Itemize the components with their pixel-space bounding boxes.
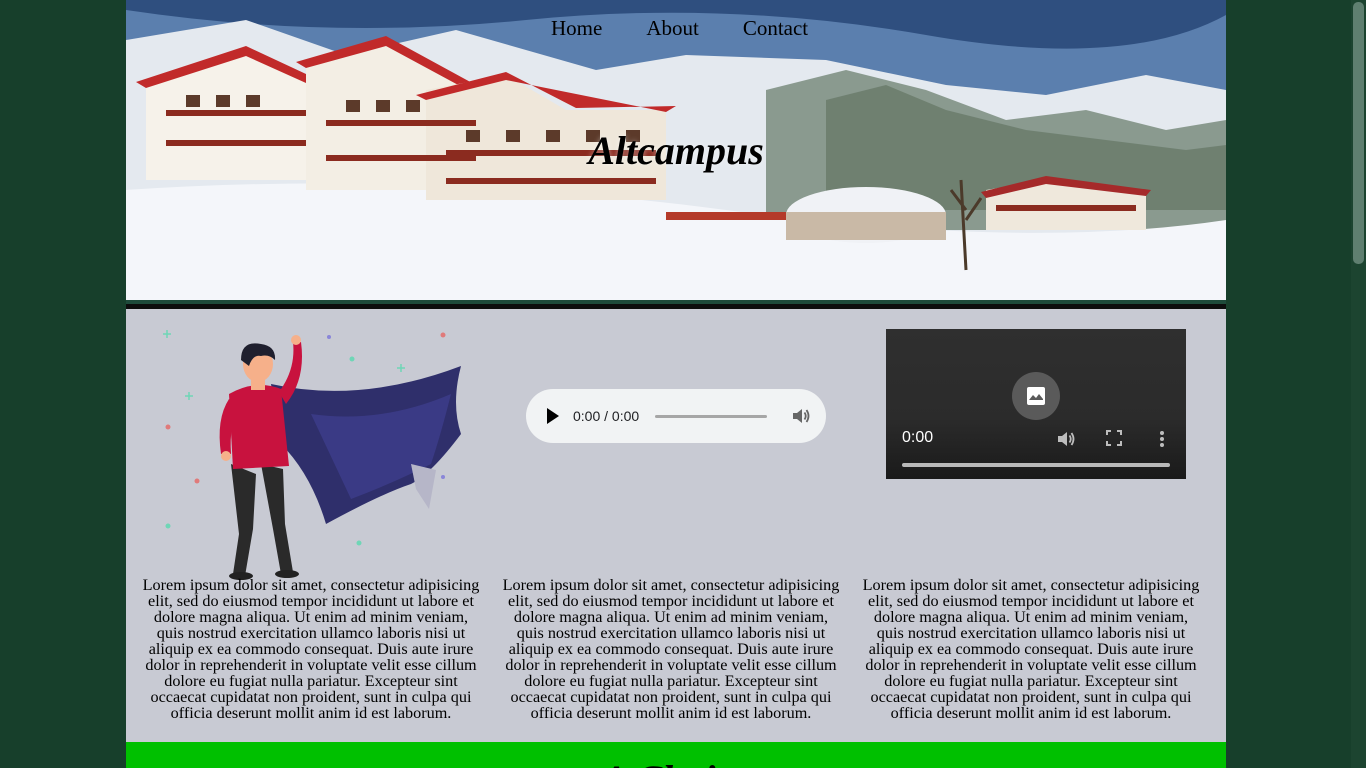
superhero-illustration xyxy=(163,330,461,580)
volume-icon[interactable] xyxy=(791,406,811,426)
video-progress-slider[interactable] xyxy=(902,463,1170,467)
column-1-text: Lorem ipsum dolor sit amet, consectetur … xyxy=(142,576,480,722)
nav-link-contact[interactable]: Contact xyxy=(743,16,808,41)
scrollbar-thumb[interactable] xyxy=(1353,2,1364,264)
column-3-text: Lorem ipsum dolor sit amet, consectetur … xyxy=(862,576,1200,722)
section-heading: A Choice xyxy=(126,756,1226,768)
video-placeholder[interactable] xyxy=(1012,372,1060,420)
video-player[interactable]: 0:00 xyxy=(886,329,1186,479)
volume-icon[interactable] xyxy=(1056,429,1076,449)
hero-banner: Home About Contact Altcampus xyxy=(126,0,1226,300)
audio-progress-slider[interactable] xyxy=(655,414,768,418)
site-title: Altcampus xyxy=(588,128,764,173)
page: Home About Contact Altcampus Lorem ipsum… xyxy=(126,0,1226,768)
fullscreen-icon[interactable] xyxy=(1105,429,1123,447)
video-time: 0:00 xyxy=(902,429,934,446)
play-icon[interactable] xyxy=(547,408,559,424)
nav-link-about[interactable]: About xyxy=(646,16,699,41)
audio-time: 0:00 / 0:00 xyxy=(573,408,640,424)
column-2-text: Lorem ipsum dolor sit amet, consectetur … xyxy=(502,576,840,722)
main-nav: Home About Contact xyxy=(551,16,808,41)
choice-section: A Choice xyxy=(126,742,1226,768)
page-scrollbar[interactable] xyxy=(1351,0,1366,768)
image-icon xyxy=(1027,387,1045,405)
nav-link-home[interactable]: Home xyxy=(551,16,602,41)
more-options-icon[interactable] xyxy=(1158,429,1166,449)
hero-divider xyxy=(126,300,1226,309)
audio-player[interactable]: 0:00 / 0:00 xyxy=(526,389,826,443)
